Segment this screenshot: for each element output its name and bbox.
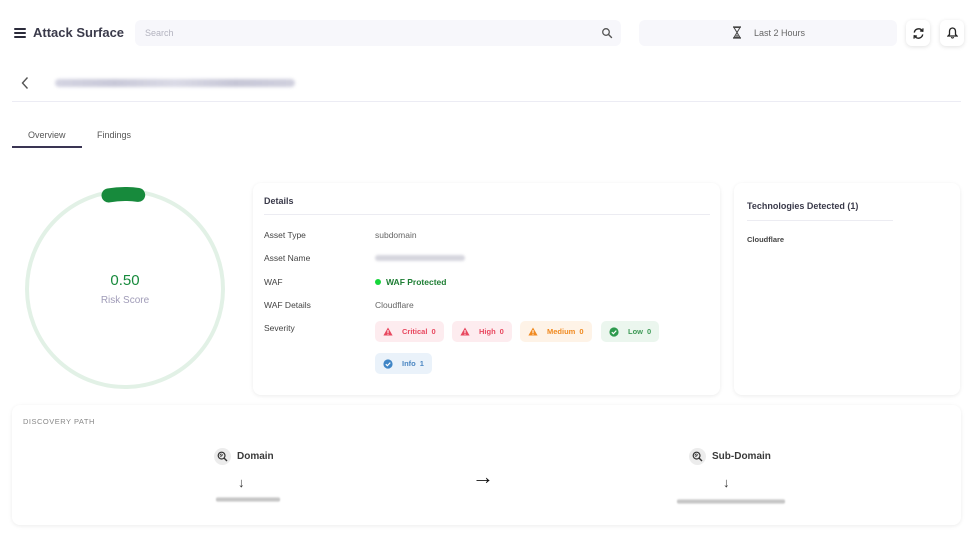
tab-findings[interactable]: Findings (97, 130, 131, 140)
severity-info-label: Info (402, 359, 416, 368)
warning-triangle-icon (528, 327, 538, 336)
severity-medium-label: Medium (547, 327, 576, 336)
asset-type-value: subdomain (375, 230, 417, 240)
top-bar: Attack Surface Last 2 Hours (0, 0, 975, 66)
gauge-track (25, 189, 225, 389)
back-button[interactable] (20, 76, 30, 93)
refresh-button[interactable] (906, 20, 930, 46)
waf-label: WAF (264, 277, 283, 287)
severity-low-label: Low (628, 327, 643, 336)
severity-high-count: 0 (499, 327, 504, 336)
details-card: Details Asset Type subdomain Asset Name … (253, 183, 720, 395)
waf-details-value: Cloudflare (375, 300, 414, 310)
zoom-search-icon (689, 448, 706, 465)
risk-score-label: Risk Score (100, 295, 150, 306)
active-tab-indicator (12, 146, 82, 148)
discovery-node-subdomain: Sub-Domain (689, 448, 771, 465)
risk-score-value: 0.50 (110, 272, 140, 289)
asset-name-label: Asset Name (264, 253, 311, 263)
hourglass-icon (733, 26, 741, 39)
severity-label: Severity (264, 323, 295, 333)
severity-info-count: 1 (419, 359, 424, 368)
technologies-title: Technologies Detected (1) (747, 201, 859, 211)
waf-status-text: WAF Protected (386, 277, 447, 287)
subdomain-value-redacted (677, 499, 785, 504)
tab-overview[interactable]: Overview (28, 130, 66, 140)
severity-badge-critical[interactable]: Critical 0 (375, 321, 444, 342)
severity-high-label: High (479, 327, 496, 336)
severity-badge-high[interactable]: High 0 (452, 321, 512, 342)
waf-status-dot (375, 278, 381, 285)
discovery-path-title: DISCOVERY PATH (23, 417, 95, 426)
severity-badge-medium[interactable]: Medium 0 (520, 321, 592, 342)
app-title: Attack Surface (33, 25, 125, 40)
waf-status: WAF Protected (375, 277, 446, 287)
domain-label: Domain (237, 451, 274, 462)
header-divider (12, 101, 961, 102)
time-range-selector[interactable]: Last 2 Hours (639, 20, 897, 46)
notifications-button[interactable] (940, 20, 964, 46)
severity-badge-low[interactable]: Low 0 (601, 321, 660, 342)
down-arrow-icon: ↓ (723, 475, 730, 490)
gauge-fill (101, 187, 146, 203)
details-divider (264, 214, 710, 215)
discovery-node-domain: Domain (214, 448, 274, 465)
severity-critical-count: 0 (431, 327, 436, 336)
domain-value-redacted (216, 497, 280, 502)
severity-critical-label: Critical (402, 327, 428, 336)
check-circle-icon (609, 326, 619, 337)
severity-low-count: 0 (647, 327, 652, 336)
search-input[interactable] (145, 20, 585, 46)
risk-score-gauge: 0.50 Risk Score (24, 185, 226, 391)
warning-triangle-icon (383, 327, 393, 336)
refresh-icon (912, 27, 924, 39)
technologies-card: Technologies Detected (1) Cloudflare (734, 183, 960, 395)
asset-type-label: Asset Type (264, 230, 306, 240)
right-arrow-icon: → (472, 464, 494, 489)
technologies-divider (747, 220, 893, 221)
down-arrow-icon: ↓ (238, 475, 245, 490)
subdomain-label: Sub-Domain (712, 451, 771, 462)
severity-medium-count: 0 (579, 327, 584, 336)
asset-title-redacted (55, 79, 295, 87)
technology-item: Cloudflare (747, 235, 785, 244)
hamburger-menu-icon[interactable] (14, 28, 26, 38)
asset-name-redacted (375, 255, 465, 261)
time-range-label: Last 2 Hours (754, 28, 806, 38)
zoom-search-icon (214, 448, 231, 465)
waf-details-label: WAF Details (264, 300, 311, 310)
search-bar[interactable] (135, 20, 621, 46)
bell-icon (946, 27, 958, 39)
search-icon[interactable] (601, 27, 613, 39)
check-circle-icon (383, 358, 393, 369)
warning-triangle-icon (460, 327, 470, 336)
chevron-left-icon (21, 77, 29, 89)
details-title: Details (264, 196, 294, 206)
discovery-path-card: DISCOVERY PATH Domain ↓ → Sub-Domain ↓ (12, 405, 961, 525)
severity-badge-info[interactable]: Info 1 (375, 353, 432, 374)
